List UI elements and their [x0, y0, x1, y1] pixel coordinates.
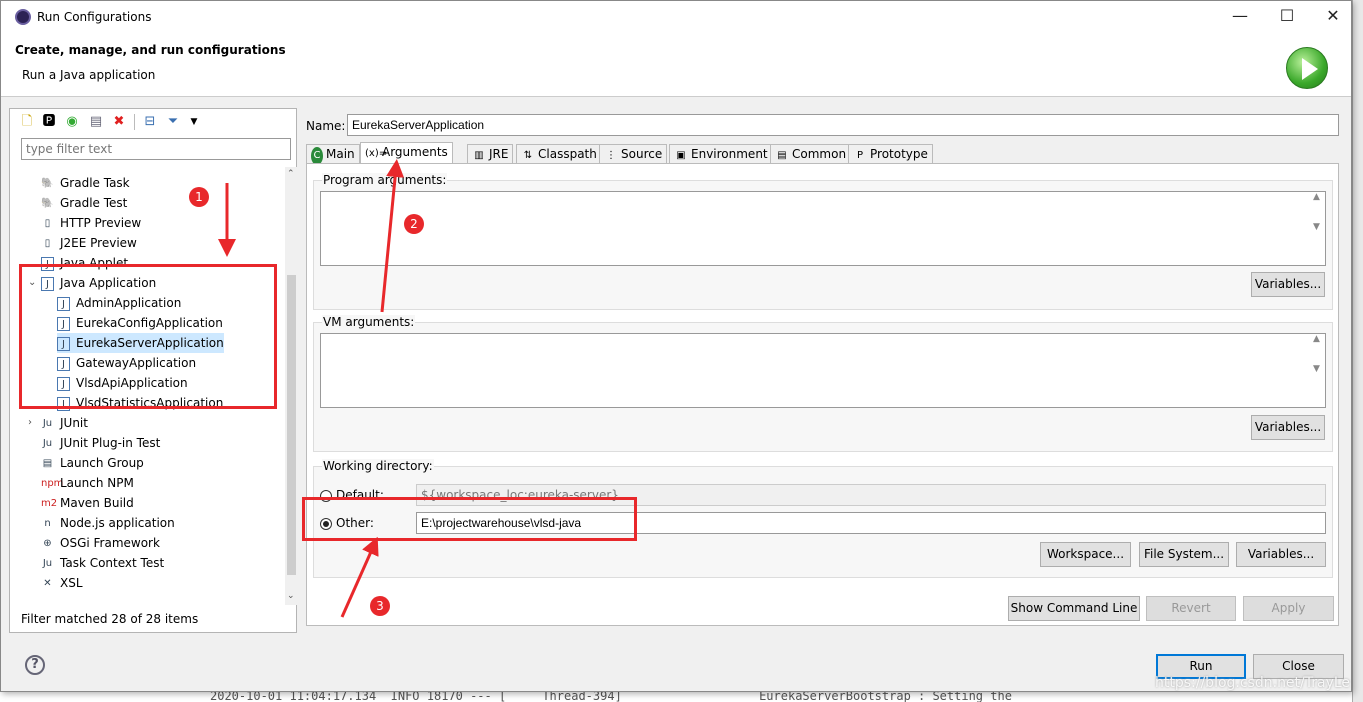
arrow-2 [380, 159, 405, 313]
annotation-badge-1: 1 [189, 187, 209, 207]
watermark: https://blog.csdn.net/TrayLe [1155, 675, 1351, 691]
annotation-badge-3: 3 [370, 596, 390, 616]
annotation-arrows [218, 159, 405, 618]
annotation-badge-2: 2 [404, 214, 424, 234]
